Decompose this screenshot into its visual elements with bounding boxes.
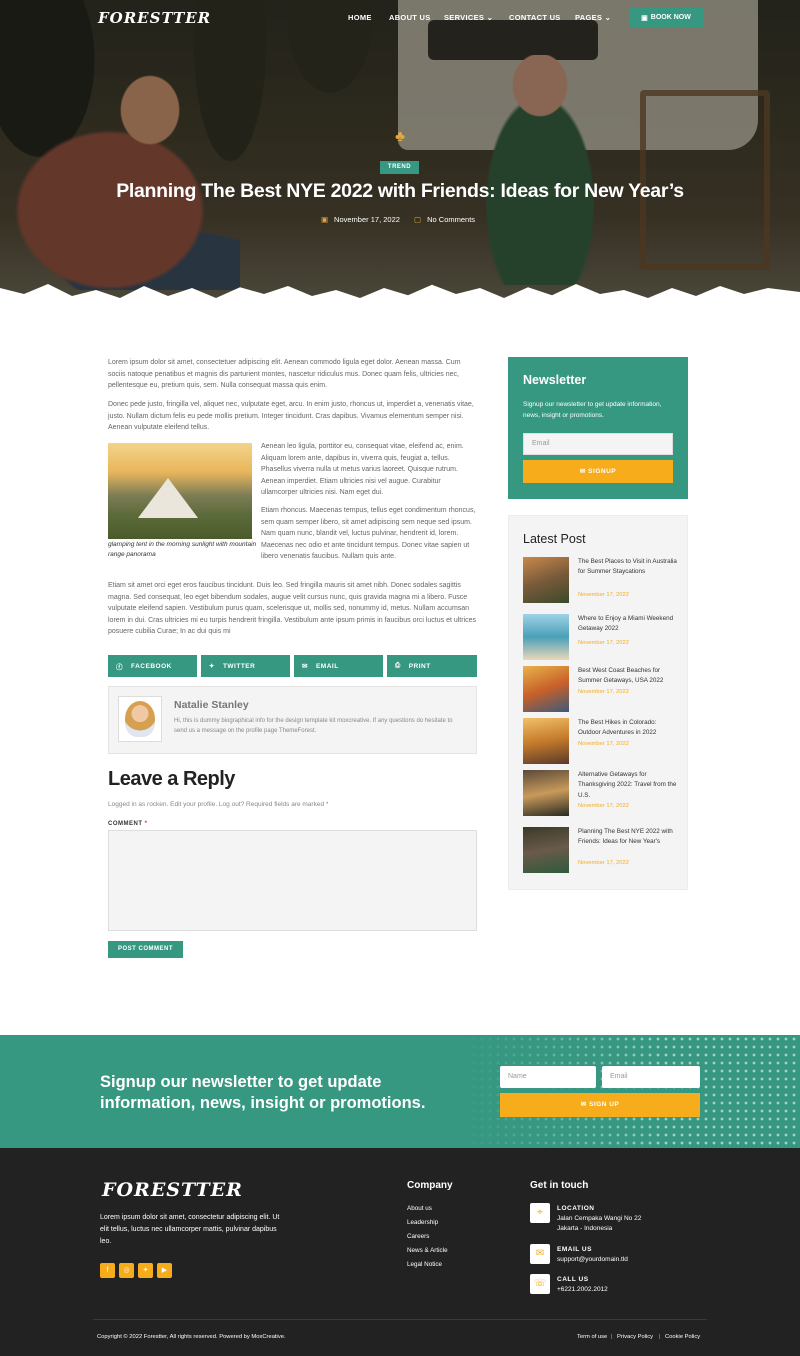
nav-home[interactable]: HOME [348,13,372,22]
post-thumbnail [523,557,569,603]
share-email-button[interactable]: ✉ EMAIL [294,655,383,677]
book-now-button[interactable]: ▣ BOOK NOW [629,7,703,28]
footer-link-privacy[interactable]: Privacy Policy [617,1334,653,1340]
latest-posts-widget: Latest Post The Best Places to Visit in … [508,515,688,890]
nav-contact-us[interactable]: CONTACT US [509,13,561,22]
article-paragraph: Donec pede justo, fringilla vel, aliquet… [108,401,474,431]
band-signup-button[interactable]: ✉ SIGN UP [500,1093,700,1117]
footer-link-leadership[interactable]: Leadership [407,1219,438,1226]
footer-text: Lorem ipsum dolor sit amet, consectetur … [100,1214,280,1245]
email-icon: ✉ [302,663,308,670]
avatar [118,696,162,742]
footer-link-legal[interactable]: Legal Notice [407,1261,442,1268]
latest-post-title: Latest Post [523,532,586,546]
calendar-icon: ▣ [641,14,648,22]
instagram-icon[interactable]: ◎ [119,1263,134,1278]
post-title: Planning The Best NYE 2022 with Friends:… [116,180,684,202]
list-item[interactable]: Alternative Getaways for Thanksgiving 20… [523,770,683,820]
footer-logo[interactable]: FORESTTER [102,1179,243,1201]
list-item[interactable]: Where to Enjoy a Miami Weekend Getaway 2… [523,614,683,664]
logged-in-note: Logged in as rocken. Edit your profile. … [108,801,329,808]
footer-divider [93,1319,707,1320]
footer-link-news[interactable]: News & Article [407,1247,448,1254]
chevron-down-icon: ⌄ [604,13,612,22]
author-box: Natalie Stanley Hi, this is dummy biogra… [108,686,477,754]
site-logo[interactable]: FORESTTER [98,9,211,27]
footer-link-cookie[interactable]: Cookie Policy [665,1334,700,1340]
top-navigation: FORESTTER HOME ABOUT US SERVICES ⌄ CONTA… [0,0,800,36]
post-thumbnail [523,770,569,816]
site-footer: FORESTTER Lorem ipsum dolor sit amet, co… [0,1148,800,1356]
email-icon: ✉ [580,1101,587,1108]
post-thumbnail [523,666,569,712]
youtube-icon[interactable]: ▶ [157,1263,172,1278]
author-bio: Hi, this is dummy biographical info for … [174,718,453,734]
footer-link-careers[interactable]: Careers [407,1233,429,1240]
facebook-icon: ⓕ [116,664,123,671]
twitter-icon[interactable]: ✦ [138,1263,153,1278]
facebook-icon[interactable]: f [100,1263,115,1278]
twitter-icon: ✦ [209,663,215,670]
article-paragraph: Etiam sit amet orci eget eros faucibus t… [108,582,477,635]
chevron-down-icon: ⌄ [486,13,494,22]
email-info: EMAIL US support@yourdomain.tld [557,1246,628,1263]
newsletter-band: Signup our newsletter to get update info… [0,1035,800,1148]
category-tag[interactable]: TREND [380,161,419,174]
image-caption: glamping tent in the morning sunlight wi… [108,541,257,558]
article-paragraph: Aenean leo ligula, porttitor eu, consequ… [261,443,464,496]
newsletter-email-input[interactable]: Email [523,433,673,455]
print-icon: ⎙ [395,662,401,669]
email-icon: ✉ [579,468,586,475]
location-info: LOCATION Jalan Cempaka Wangi No 22 Jakarta… [557,1205,642,1232]
share-facebook-button[interactable]: ⓕ FACEBOOK [108,655,197,677]
share-print-button[interactable]: ⎙ PRINT [387,655,477,677]
post-thumbnail [523,718,569,764]
reply-heading: Leave a Reply [108,768,235,790]
phone-info: CALL US +6221.2002.2012 [557,1276,608,1293]
nav-about-us[interactable]: ABOUT US [389,13,431,22]
newsletter-text: Signup our newsletter to get update info… [523,401,662,419]
list-item[interactable]: The Best Places to Visit in Australia fo… [523,557,683,607]
nav-services[interactable]: SERVICES ⌄ [444,13,493,22]
footer-link-terms[interactable]: Term of use [577,1334,607,1340]
newsletter-title: Newsletter [523,373,587,387]
glamping-tent-image [108,443,252,539]
hero-banner [0,0,800,310]
copyright: Copyright © 2022 Forestter, All rights r… [97,1334,286,1340]
comment-icon: ▢ [414,215,422,224]
post-thumbnail [523,614,569,660]
newsletter-signup-button[interactable]: ✉ SIGNUP [523,460,673,483]
comment-label: COMMENT * [108,821,148,827]
band-heading: Signup our newsletter to get update info… [100,1073,426,1112]
author-name[interactable]: Natalie Stanley [174,699,249,711]
phone-icon: ☏ [530,1274,550,1294]
footer-link-about[interactable]: About us [407,1205,432,1212]
company-heading: Company [407,1180,453,1191]
nav-pages[interactable]: PAGES ⌄ [575,13,611,22]
post-comments[interactable]: ▢ No Comments [414,215,479,224]
tree-logo-icon: ♣ [395,128,405,145]
post-date[interactable]: ▣ November 17, 2022 [321,215,404,224]
post-comment-button[interactable]: POST COMMENT [108,941,183,958]
location-icon: ⌖ [530,1203,550,1223]
band-name-input[interactable]: Name [500,1066,596,1088]
touch-heading: Get in touch [530,1180,589,1191]
email-icon: ✉ [530,1244,550,1264]
list-item[interactable]: The Best Hikes in Colorado: Outdoor Adve… [523,718,683,768]
band-email-input[interactable]: Email [602,1066,700,1088]
calendar-icon: ▣ [320,215,329,224]
dot-pattern [462,1035,800,1148]
article-paragraph: Lorem ipsum dolor sit amet, consectetuer… [108,359,461,389]
post-meta: ▣ November 17, 2022 ▢ No Comments [0,215,800,224]
comment-textarea[interactable] [108,830,477,931]
list-item[interactable]: Planning The Best NYE 2022 with Friends:… [523,827,683,877]
share-twitter-button[interactable]: ✦ TWITTER [201,655,290,677]
post-thumbnail [523,827,569,873]
sidebar-newsletter: Newsletter Signup our newsletter to get … [508,357,688,499]
list-item[interactable]: Best West Coast Beaches for Summer Getaw… [523,666,683,716]
article-paragraph: Etiam rhoncus. Maecenas tempus, tellus e… [261,507,476,560]
